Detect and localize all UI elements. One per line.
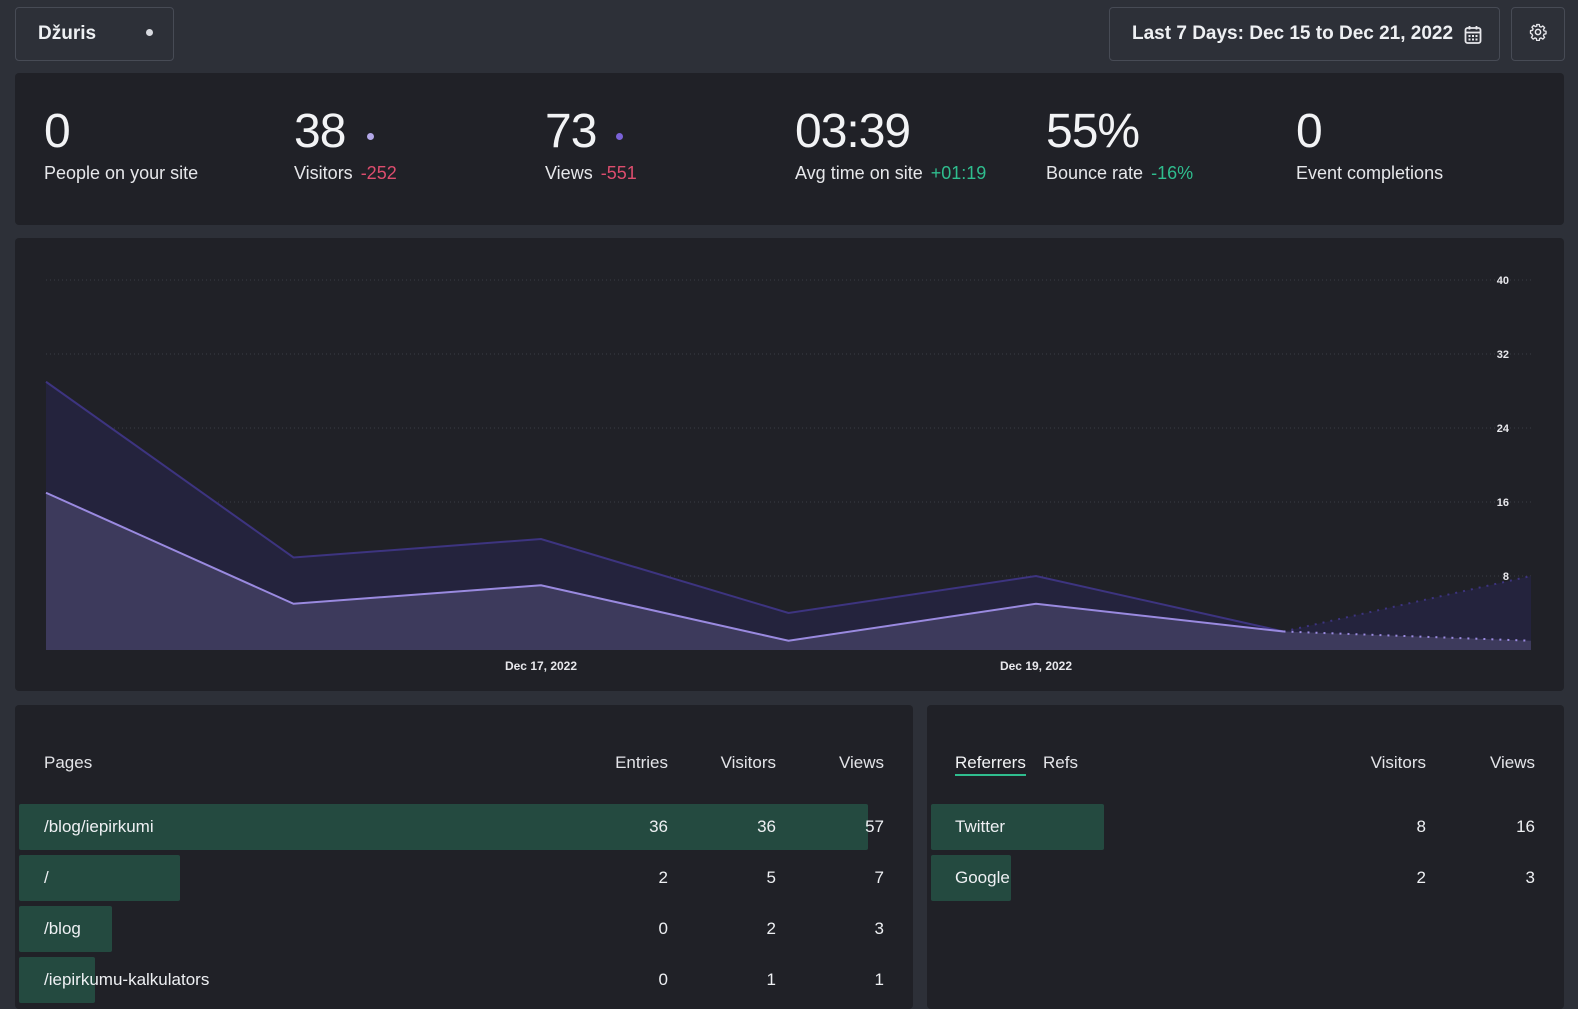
tab-referrers[interactable]: Referrers: [955, 753, 1026, 776]
stat-views[interactable]: 73 Views -551: [545, 105, 637, 184]
page-path[interactable]: /: [44, 868, 49, 888]
ref-views-value: 16: [1516, 817, 1535, 836]
visitors-delta: -252: [360, 163, 397, 183]
stat-people: 0 People on your site: [44, 105, 198, 184]
y-tick-label: 16: [1497, 497, 1509, 509]
y-tick-label: 32: [1497, 349, 1509, 361]
page-path[interactable]: /blog/iepirkumi: [44, 817, 154, 837]
ref-visitors-value: 8: [1416, 817, 1426, 836]
referrer-source[interactable]: Twitter: [955, 817, 1005, 837]
referrer-source[interactable]: Google: [955, 868, 1010, 888]
page-path[interactable]: /blog: [44, 919, 81, 939]
table-row[interactable]: Twitter 8 16: [927, 804, 1564, 850]
visitors-value: 2: [766, 919, 776, 938]
views-delta: -551: [600, 163, 637, 183]
views-header[interactable]: Views: [824, 753, 884, 773]
ref-views-header[interactable]: Views: [1475, 753, 1535, 773]
bounce-rate-label: Bounce rate: [1046, 163, 1144, 183]
site-name: Džuris: [38, 23, 97, 44]
pages-table: Pages Entries Visitors Views /blog/iepir…: [15, 705, 913, 1009]
table-row[interactable]: /blog/iepirkumi 36 36 57: [15, 804, 913, 850]
people-label: People on your site: [44, 163, 199, 183]
traffic-chart[interactable]: 816243240Dec 17, 2022 Dec 19, 2022: [15, 238, 1564, 691]
stat-visitors[interactable]: 38 Visitors -252: [294, 105, 397, 184]
bounce-rate-value: 55%: [1046, 105, 1140, 158]
stats-panel: 0 People on your site 38 Visitors -252 73…: [15, 73, 1564, 225]
calendar-icon[interactable]: [1464, 25, 1482, 50]
y-tick-label: 40: [1497, 275, 1509, 287]
table-row[interactable]: / 2 5 7: [15, 855, 913, 901]
table-row[interactable]: Google 2 3: [927, 855, 1564, 901]
people-count: 0: [44, 105, 71, 158]
y-tick-label: 24: [1497, 423, 1510, 435]
events-count: 0: [1296, 105, 1323, 158]
tab-refs[interactable]: Refs: [1043, 753, 1078, 773]
entries-value: 0: [658, 970, 668, 989]
traffic-chart-panel: 8 16 24 32 40 Dec 17, 2022 Dec 19, 2022: [15, 238, 1564, 691]
bounce-rate-delta: -16%: [1151, 163, 1194, 183]
date-range-label: Last 7 Days: Dec 15 to Dec 21, 2022: [1132, 23, 1454, 44]
table-row[interactable]: /iepirkumu-kalkulators 0 1 1: [15, 957, 913, 1003]
stat-avg-time: 03:39 Avg time on site +01:19: [795, 105, 986, 184]
avg-time-label: Avg time on site: [795, 163, 923, 183]
site-status-dot: [146, 29, 153, 36]
views-value: 1: [874, 970, 884, 989]
avg-time-delta: +01:19: [930, 163, 987, 183]
events-label: Event completions: [1296, 163, 1444, 183]
views-value: 3: [874, 919, 884, 938]
pages-header: Pages: [44, 753, 93, 772]
ref-views-value: 3: [1525, 868, 1535, 887]
stat-events: 0 Event completions: [1296, 105, 1443, 184]
settings-button[interactable]: [1511, 7, 1565, 61]
top-bar: Džuris Last 7 Days: Dec 15 to Dec 21, 20…: [0, 0, 1578, 72]
views-count: 73: [545, 105, 597, 158]
visitors-label: Visitors: [294, 163, 353, 183]
visitors-header[interactable]: Visitors: [696, 753, 776, 773]
entries-value: 36: [649, 817, 668, 836]
ref-visitors-header[interactable]: Visitors: [1346, 753, 1426, 773]
visitors-count: 38: [294, 105, 346, 158]
views-value: 57: [865, 817, 884, 836]
visitors-value: 5: [766, 868, 776, 887]
visitors-value: 1: [766, 970, 776, 989]
stat-bounce-rate: 55% Bounce rate -16%: [1046, 105, 1193, 184]
date-range-button[interactable]: Last 7 Days: Dec 15 to Dec 21, 2022: [1109, 7, 1500, 61]
entries-header[interactable]: Entries: [608, 753, 668, 773]
site-selector[interactable]: Džuris: [15, 7, 174, 61]
entries-value: 0: [658, 919, 668, 938]
avg-time-value: 03:39: [795, 105, 911, 158]
ref-visitors-value: 2: [1416, 868, 1426, 887]
entries-value: 2: [658, 868, 668, 887]
x-tick-label: Dec 19, 2022: [1000, 659, 1072, 673]
referrers-table: Referrers Refs Visitors Views Twitter 8 16…: [927, 705, 1564, 1009]
views-label: Views: [545, 163, 593, 183]
table-row[interactable]: /blog 0 2 3: [15, 906, 913, 952]
visitors-value: 36: [757, 817, 776, 836]
gear-icon: [1529, 23, 1547, 46]
visitors-legend-dot: [367, 133, 374, 140]
page-path[interactable]: /iepirkumu-kalkulators: [44, 970, 209, 990]
views-value: 7: [874, 868, 884, 887]
x-tick-label: Dec 17, 2022: [505, 659, 577, 673]
views-legend-dot: [616, 133, 623, 140]
